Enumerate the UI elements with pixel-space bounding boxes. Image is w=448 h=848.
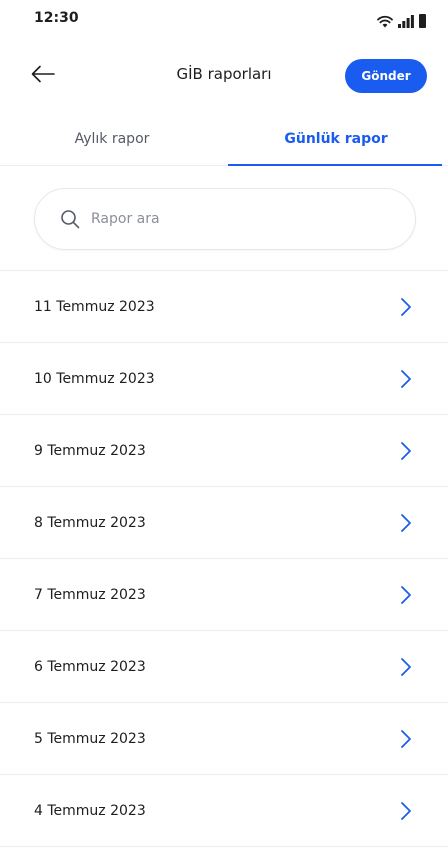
status-bar: 12:30 (0, 0, 448, 44)
chevron-right-icon (398, 440, 414, 462)
search-icon (59, 208, 81, 230)
chevron-right-icon (398, 296, 414, 318)
battery-icon (419, 14, 426, 28)
tab-daily-report[interactable]: Günlük rapor (224, 112, 448, 166)
report-row[interactable]: 5 Temmuz 2023 (0, 703, 448, 775)
report-row[interactable]: 8 Temmuz 2023 (0, 487, 448, 559)
report-tabs: Aylık rapor Günlük rapor (0, 112, 448, 166)
report-row[interactable]: 7 Temmuz 2023 (0, 559, 448, 631)
search-input[interactable] (91, 211, 415, 227)
status-icons (377, 12, 426, 28)
report-date: 7 Temmuz 2023 (34, 586, 146, 603)
app-header: GİB raporları Gönder (0, 48, 448, 104)
report-date: 11 Temmuz 2023 (34, 298, 155, 315)
report-date: 4 Temmuz 2023 (34, 802, 146, 819)
report-row[interactable]: 11 Temmuz 2023 (0, 271, 448, 343)
chevron-right-icon (398, 512, 414, 534)
chevron-right-icon (398, 584, 414, 606)
app-screen: 12:30 GİB raporları Gönder Aylık rapor G… (0, 0, 448, 848)
chevron-right-icon (398, 728, 414, 750)
chevron-right-icon (398, 656, 414, 678)
report-row[interactable]: 9 Temmuz 2023 (0, 415, 448, 487)
signal-icon (398, 15, 414, 28)
report-list: 11 Temmuz 2023 10 Temmuz 2023 9 Temmuz 2… (0, 271, 448, 847)
report-row[interactable]: 4 Temmuz 2023 (0, 775, 448, 847)
report-row[interactable]: 6 Temmuz 2023 (0, 631, 448, 703)
chevron-right-icon (398, 800, 414, 822)
status-time: 12:30 (34, 10, 79, 26)
report-row[interactable]: 10 Temmuz 2023 (0, 343, 448, 415)
active-tab-indicator (228, 164, 442, 166)
chevron-right-icon (398, 368, 414, 390)
tab-monthly-report[interactable]: Aylık rapor (0, 112, 224, 166)
wifi-icon (377, 15, 393, 28)
report-date: 6 Temmuz 2023 (34, 658, 146, 675)
report-date: 8 Temmuz 2023 (34, 514, 146, 531)
report-date: 9 Temmuz 2023 (34, 442, 146, 459)
report-date: 5 Temmuz 2023 (34, 730, 146, 747)
report-date: 10 Temmuz 2023 (34, 370, 155, 387)
search-box[interactable] (34, 188, 416, 250)
send-button[interactable]: Gönder (345, 59, 427, 93)
